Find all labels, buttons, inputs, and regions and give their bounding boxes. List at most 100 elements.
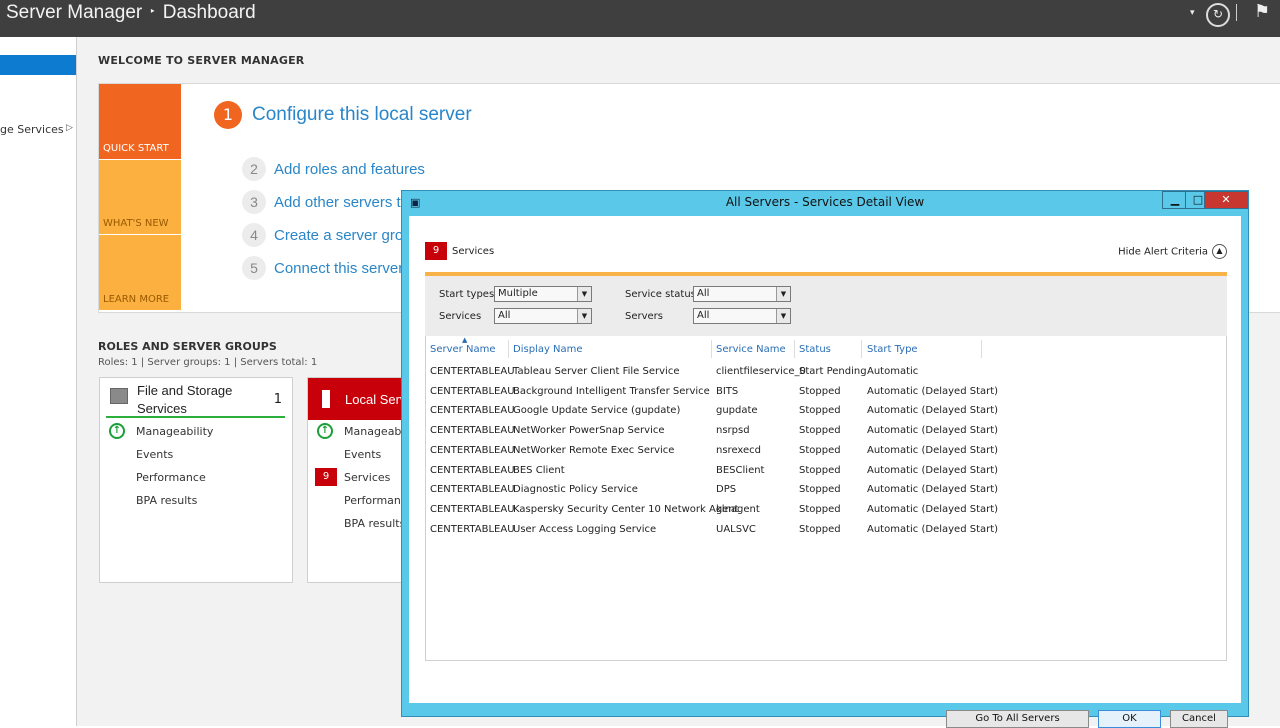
create-server-group-link[interactable]: 4 Create a server group bbox=[242, 223, 420, 247]
services-alert-badge: 9 bbox=[315, 468, 337, 486]
column-header-status[interactable]: Status bbox=[799, 344, 831, 355]
learn-more-tile[interactable]: LEARN MORE bbox=[99, 235, 181, 310]
services-count-badge: 9 bbox=[425, 242, 447, 260]
start-types-select[interactable]: Multiple ▼ bbox=[494, 286, 592, 302]
table-cell: DPS bbox=[716, 484, 737, 496]
column-header-service-name[interactable]: Service Name bbox=[716, 344, 786, 355]
services-detail-dialog: ▣ All Servers - Services Detail View ▁ □… bbox=[401, 190, 1249, 728]
step-label: Create a server group bbox=[274, 227, 420, 244]
column-divider[interactable] bbox=[981, 340, 982, 358]
column-header-display-name[interactable]: Display Name bbox=[513, 344, 583, 355]
table-row[interactable]: CENTERTABLEAU BES Client BESClient Stopped A… bbox=[426, 463, 1226, 481]
chevron-right-icon: ▷ bbox=[66, 123, 73, 133]
file-storage-services-card[interactable]: File and Storage Services 1 ↑ Manageabil… bbox=[99, 377, 293, 583]
card-item-events[interactable]: Events bbox=[344, 448, 381, 461]
manageability-ok-icon: ↑ bbox=[317, 423, 333, 439]
breadcrumb: Server Manager ‣ Dashboard bbox=[6, 2, 256, 24]
card-item-manageability[interactable]: Manageability bbox=[136, 425, 213, 438]
step-number: 2 bbox=[242, 157, 266, 181]
card-count: 1 bbox=[273, 392, 282, 407]
dropdown-arrow-icon: ▼ bbox=[577, 287, 591, 301]
table-row[interactable]: CENTERTABLEAU Google Update Service (gupd… bbox=[426, 403, 1226, 421]
file-storage-icon bbox=[110, 388, 128, 404]
table-cell: CENTERTABLEAU bbox=[430, 425, 515, 437]
column-header-server-name[interactable]: Server Name bbox=[430, 344, 495, 355]
table-row[interactable]: CENTERTABLEAU NetWorker PowerSnap Service… bbox=[426, 423, 1226, 441]
table-cell: Automatic (Delayed Start) bbox=[867, 425, 999, 437]
servers-select[interactable]: All ▼ bbox=[693, 308, 791, 324]
navigation-pane: ge Services ▷ bbox=[0, 37, 77, 726]
manageability-ok-icon: ↑ bbox=[109, 423, 125, 439]
step-label: Add roles and features bbox=[274, 161, 425, 178]
services-table: Server Name ▲ Display Name Service Name … bbox=[425, 336, 1227, 661]
table-cell: Stopped bbox=[799, 385, 841, 397]
table-cell: CENTERTABLEAU bbox=[430, 523, 515, 535]
table-cell: Stopped bbox=[799, 503, 841, 515]
card-item-services[interactable]: Services bbox=[344, 471, 390, 484]
quick-start-tile[interactable]: QUICK START bbox=[99, 84, 181, 159]
notifications-flag-icon[interactable]: ⚑ bbox=[1254, 1, 1270, 22]
dialog-body: 9 Services Hide Alert Criteria ▲ Start ty… bbox=[409, 216, 1241, 728]
table-cell: UALSVC bbox=[716, 523, 756, 535]
hide-alert-criteria-toggle[interactable]: Hide Alert Criteria ▲ bbox=[1118, 244, 1227, 259]
card-item-bpa-results[interactable]: BPA results bbox=[136, 494, 197, 507]
table-row[interactable]: CENTERTABLEAU Background Intelligent Tran… bbox=[426, 384, 1226, 402]
table-cell: klnagent bbox=[716, 503, 760, 515]
table-row[interactable]: CENTERTABLEAU NetWorker Remote Exec Servi… bbox=[426, 443, 1226, 461]
table-cell: nsrpsd bbox=[716, 425, 750, 437]
select-value: Multiple bbox=[498, 288, 538, 299]
card-item-events[interactable]: Events bbox=[136, 448, 173, 461]
column-divider[interactable] bbox=[508, 340, 509, 358]
cancel-button[interactable]: Cancel bbox=[1170, 710, 1228, 728]
refresh-icon[interactable]: ↻ bbox=[1206, 3, 1230, 27]
table-row[interactable]: CENTERTABLEAU Diagnostic Policy Service DP… bbox=[426, 482, 1226, 500]
table-cell: Automatic (Delayed Start) bbox=[867, 523, 999, 535]
card-item-performance[interactable]: Performance bbox=[136, 471, 206, 484]
title-bar: Server Manager ‣ Dashboard ▾ ↻ ⚑ bbox=[0, 0, 1280, 37]
table-cell: CENTERTABLEAU bbox=[430, 366, 515, 377]
table-cell: Automatic (Delayed Start) bbox=[867, 385, 999, 397]
table-cell: Stopped bbox=[799, 444, 841, 456]
table-cell: CENTERTABLEAU bbox=[430, 405, 515, 417]
table-cell: CENTERTABLEAU bbox=[430, 444, 515, 456]
add-roles-link[interactable]: 2 Add roles and features bbox=[242, 157, 425, 181]
dialog-title: All Servers - Services Detail View bbox=[725, 195, 925, 209]
breadcrumb-separator-icon: ‣ bbox=[149, 6, 156, 18]
breadcrumb-app[interactable]: Server Manager bbox=[6, 2, 142, 23]
table-cell: Start Pending bbox=[799, 366, 867, 377]
card-title-line1: File and Storage bbox=[137, 383, 233, 398]
table-cell: Tableau Server Client File Service bbox=[513, 366, 680, 377]
column-divider[interactable] bbox=[794, 340, 795, 358]
services-filter-label: Services bbox=[439, 311, 482, 322]
column-divider[interactable] bbox=[861, 340, 862, 358]
table-cell: Google Update Service (gupdate) bbox=[513, 405, 681, 417]
sidebar-item-file-storage-services[interactable]: ge Services ▷ bbox=[0, 123, 76, 136]
table-row[interactable]: CENTERTABLEAU Tableau Server Client File … bbox=[426, 364, 1226, 382]
table-row[interactable]: CENTERTABLEAU User Access Logging Service… bbox=[426, 522, 1226, 540]
whats-new-label: WHAT'S NEW bbox=[103, 218, 169, 229]
services-select[interactable]: All ▼ bbox=[494, 308, 592, 324]
table-cell: Automatic (Delayed Start) bbox=[867, 405, 999, 417]
card-item-bpa-results[interactable]: BPA results bbox=[344, 517, 405, 530]
configure-local-server-link[interactable]: Configure this local server bbox=[252, 104, 472, 126]
close-button[interactable]: ✕ bbox=[1204, 191, 1248, 209]
server-icon bbox=[322, 390, 330, 408]
dropdown-arrow-icon[interactable]: ▾ bbox=[1190, 8, 1195, 18]
column-header-start-type[interactable]: Start Type bbox=[867, 344, 918, 355]
select-value: All bbox=[697, 310, 710, 321]
table-cell: CENTERTABLEAU bbox=[430, 484, 515, 496]
whats-new-tile[interactable]: WHAT'S NEW bbox=[99, 160, 181, 234]
servers-label: Servers bbox=[625, 311, 664, 322]
column-divider[interactable] bbox=[711, 340, 712, 358]
card-title[interactable]: File and Storage Services bbox=[137, 382, 232, 418]
service-status-select[interactable]: All ▼ bbox=[693, 286, 791, 302]
table-row[interactable]: CENTERTABLEAU Kaspersky Security Center 1… bbox=[426, 502, 1226, 520]
card-status-bar bbox=[106, 416, 285, 418]
go-to-all-servers-button[interactable]: Go To All Servers bbox=[946, 710, 1089, 728]
table-cell: Automatic (Delayed Start) bbox=[867, 444, 999, 456]
dropdown-arrow-icon: ▼ bbox=[776, 309, 790, 323]
table-cell: User Access Logging Service bbox=[513, 523, 657, 535]
sidebar-item-selected[interactable] bbox=[0, 55, 76, 75]
ok-button[interactable]: OK bbox=[1098, 710, 1161, 728]
roles-heading: ROLES AND SERVER GROUPS bbox=[98, 340, 277, 353]
